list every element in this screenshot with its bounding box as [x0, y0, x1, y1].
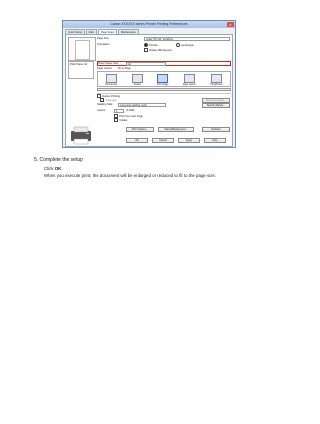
dialog-title: Canon XXXXXX series Printer Printing Pre…: [110, 22, 188, 26]
page-layout-options: Normal-size Scaled Fit-to-Page Page Layo…: [97, 71, 231, 87]
layout-scaled-icon: [131, 74, 143, 83]
preview-label: Plain Paper A4: [68, 61, 94, 79]
collate-text: Collate: [119, 118, 128, 122]
layout-fit-to-page[interactable]: Fit-to-Page: [157, 74, 169, 86]
rotate-checkbox[interactable]: [144, 48, 149, 53]
stamp-background-button[interactable]: Stamp/Background...: [158, 127, 194, 132]
stapling-label: Stapling Side:: [97, 103, 114, 106]
preview-page: [75, 40, 90, 60]
layout-tiling-label: Tiling/Poster: [210, 84, 223, 86]
layout-normal-label: Normal-size: [105, 84, 118, 86]
layout-scaled[interactable]: Scaled: [131, 74, 143, 86]
rotate-text: Rotate 180 degrees: [149, 48, 172, 52]
orientation-label: Orientation:: [97, 43, 111, 46]
layout-tiling-icon: [210, 74, 222, 83]
click-instruction: Click OK.: [44, 166, 63, 171]
layout-page-layout[interactable]: Page Layout: [183, 74, 196, 86]
printer-paper-size-label: Printer Paper Size:: [97, 61, 119, 65]
layout-fit-label: Fit-to-Page: [157, 84, 169, 86]
layout-page-icon: [183, 74, 195, 83]
automatic-checkbox[interactable]: [100, 98, 105, 103]
specify-margin-button[interactable]: Specify Margin...: [202, 103, 230, 108]
click-suffix: .: [61, 166, 63, 171]
result-description: When you execute print, the document wil…: [44, 173, 217, 178]
page-size-select[interactable]: Letter 8.5"x11" 22x28cm: [144, 37, 230, 41]
title-bar: Canon XXXXXX series Printer Printing Pre…: [63, 21, 235, 28]
landscape-text: Landscape: [181, 43, 194, 47]
printer-icon: [71, 126, 91, 145]
apply-button[interactable]: Apply: [178, 138, 200, 143]
copies-label: Copies:: [97, 109, 106, 112]
print-area-setup-button[interactable]: Print Area Setup...: [202, 98, 230, 103]
printer-paper-size-select[interactable]: A4: [126, 62, 166, 66]
automatic-text: Automatic: [105, 98, 117, 102]
collate-option[interactable]: Collate: [114, 117, 128, 123]
cancel-button[interactable]: Cancel: [152, 138, 174, 143]
layout-tiling[interactable]: Tiling/Poster: [210, 74, 223, 86]
layout-normal-icon: [105, 74, 117, 83]
page-size-label: Page Size:: [97, 37, 110, 40]
layout-scaled-label: Scaled: [133, 84, 141, 86]
print-options-button[interactable]: Print Options...: [126, 127, 154, 132]
help-button[interactable]: Help: [204, 138, 226, 143]
stapling-select[interactable]: Long-side stapling (Left): [118, 103, 166, 107]
landscape-option[interactable]: Landscape: [176, 43, 194, 48]
rotate-option[interactable]: Rotate 180 degrees: [144, 48, 172, 53]
layout-fit-icon: [157, 74, 169, 83]
ok-button[interactable]: OK: [126, 138, 148, 143]
step-heading: 5. Complete the setup: [34, 157, 83, 163]
copies-input[interactable]: 1: [114, 109, 124, 113]
paper-preview: [68, 37, 96, 61]
landscape-radio[interactable]: [176, 43, 181, 48]
defaults-button[interactable]: Defaults: [202, 127, 230, 132]
click-prefix: Click: [44, 166, 55, 171]
layout-page-label: Page Layout: [182, 84, 196, 86]
copies-range: (1-999): [126, 109, 135, 112]
close-icon[interactable]: x: [227, 22, 234, 27]
page-setup-panel: Plain Paper A4 Page Size: Letter 8.5"x11…: [65, 34, 233, 147]
portrait-radio[interactable]: [144, 43, 149, 48]
printer-preferences-dialog: Canon XXXXXX series Printer Printing Pre…: [62, 20, 236, 148]
collate-checkbox[interactable]: [114, 117, 119, 122]
layout-normal[interactable]: Normal-size: [105, 74, 117, 86]
portrait-text: Portrait: [149, 43, 158, 47]
layout-scrollbar[interactable]: [97, 88, 231, 91]
